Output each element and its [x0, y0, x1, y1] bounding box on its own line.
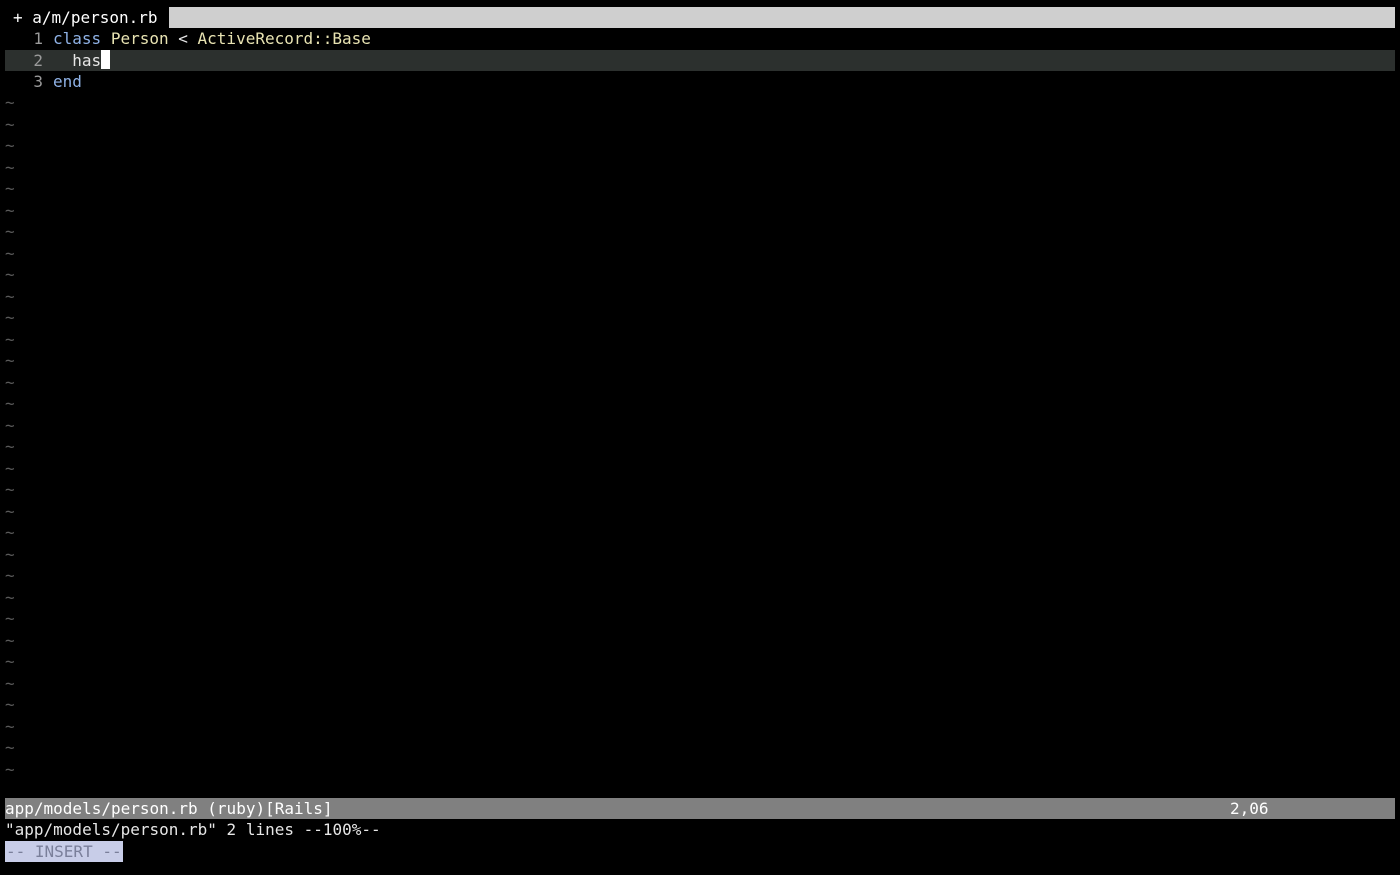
tilde-marker: ~ [5, 308, 15, 327]
cursor-position: 2,06 [1230, 799, 1269, 818]
tilde-marker: ~ [5, 157, 15, 177]
tilde-marker: ~ [5, 93, 15, 112]
tilde-marker: ~ [5, 222, 15, 241]
tilde-marker: ~ [5, 265, 15, 284]
tilde-marker: ~ [5, 544, 15, 564]
line-number: 2 [33, 50, 43, 70]
inherit-operator: < [178, 29, 188, 48]
mode-indicator: -- INSERT -- [5, 841, 123, 862]
statusline: app/models/person.rb (ruby)[Rails] 2,06 [5, 798, 1395, 819]
tilde-marker: ~ [5, 695, 15, 714]
text-cursor [101, 49, 111, 69]
tilde-marker: ~ [5, 673, 15, 693]
tilde-marker: ~ [5, 286, 15, 306]
tilde-marker: ~ [5, 566, 15, 585]
class-name: Person [110, 29, 169, 48]
tilde-marker: ~ [5, 716, 15, 736]
code-line-3[interactable]: 3 end [5, 71, 1395, 93]
tilde-marker: ~ [5, 609, 15, 628]
tilde-marker: ~ [5, 114, 15, 134]
tilde-marker: ~ [5, 415, 15, 435]
tilde-marker: ~ [5, 630, 15, 650]
tilde-marker: ~ [5, 458, 15, 478]
empty-line-markers: ~ ~ ~ ~ ~ ~ ~ ~ ~ ~ ~ ~ ~ ~ ~ ~ ~ ~ ~ ~ ~ ~ ~ ~ ~ ~ ~ ~ ~ ~ ~ ~ [5, 92, 15, 780]
code-line-1[interactable]: 1 class Person < ActiveRecord::Base [5, 28, 1395, 50]
keyword-class: class [53, 29, 102, 48]
tilde-marker: ~ [5, 587, 15, 607]
message-line: "app/models/person.rb" 2 lines --100%-- [5, 820, 381, 839]
tilde-marker: ~ [5, 243, 15, 263]
tilde-marker: ~ [5, 759, 15, 779]
tilde-marker: ~ [5, 179, 15, 198]
keyword-end: end [53, 72, 82, 91]
line-number: 3 [33, 72, 43, 91]
status-file-info: app/models/person.rb (ruby)[Rails] [5, 799, 333, 818]
editor-buffer[interactable]: 1 class Person < ActiveRecord::Base 2 has… [5, 28, 1395, 93]
code-line-2[interactable]: 2 has [5, 49, 1395, 71]
tilde-marker: ~ [5, 351, 15, 370]
tilde-marker: ~ [5, 523, 15, 542]
modified-marker: + [13, 8, 23, 27]
tilde-marker: ~ [5, 652, 15, 671]
tilde-marker: ~ [5, 480, 15, 499]
tab-person-rb[interactable]: + a/m/person.rb [5, 7, 169, 28]
tilde-marker: ~ [5, 200, 15, 220]
tilde-marker: ~ [5, 738, 15, 757]
tilde-marker: ~ [5, 329, 15, 349]
tilde-marker: ~ [5, 394, 15, 413]
tilde-marker: ~ [5, 501, 15, 521]
base-class-name: ActiveRecord::Base [197, 29, 371, 48]
tab-label: a/m/person.rb [32, 8, 158, 27]
tabline: + a/m/person.rb [5, 7, 1395, 28]
code-text: has [53, 50, 102, 70]
line-number: 1 [33, 29, 43, 48]
tilde-marker: ~ [5, 437, 15, 456]
tilde-marker: ~ [5, 372, 15, 392]
tilde-marker: ~ [5, 136, 15, 155]
